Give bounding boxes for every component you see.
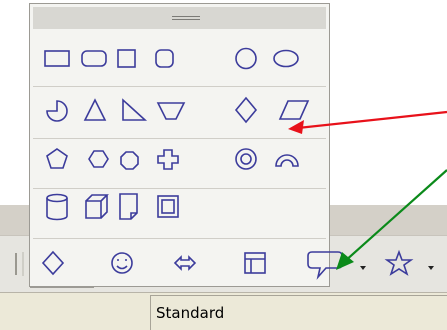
circle-pie-icon[interactable] xyxy=(46,100,68,122)
trapezoid-icon[interactable] xyxy=(156,102,186,120)
cylinder-top-icon xyxy=(46,193,68,203)
parallelogram-icon[interactable] xyxy=(278,100,310,120)
rectangle-icon[interactable] xyxy=(44,50,70,67)
diamond-icon[interactable] xyxy=(234,96,258,124)
smiley-eye-icon xyxy=(125,259,127,261)
star-icon xyxy=(384,249,414,276)
green-annotation-arrow xyxy=(343,169,447,263)
isosceles-triangle-icon[interactable] xyxy=(83,98,107,121)
circle-icon[interactable] xyxy=(235,47,257,70)
folded-corner-icon[interactable] xyxy=(119,193,138,220)
smiley-mouth-icon xyxy=(116,265,128,270)
cube-icon[interactable] xyxy=(85,194,109,219)
ring-icon[interactable] xyxy=(235,148,257,170)
diamond-toolbar-icon xyxy=(41,250,65,276)
octagon-icon[interactable] xyxy=(120,151,139,170)
rounded-rectangle-icon[interactable] xyxy=(81,50,107,67)
frame-outer-icon[interactable] xyxy=(157,195,179,218)
rounded-square-icon[interactable] xyxy=(155,49,174,68)
ellipse-icon[interactable] xyxy=(273,49,299,68)
left-right-arrow-icon xyxy=(173,255,197,271)
frame-inner-icon xyxy=(161,199,175,214)
red-annotation-arrow xyxy=(297,110,447,130)
shape-icons-layer xyxy=(22,47,447,280)
pentagon-icon[interactable] xyxy=(46,148,68,169)
smiley-face-icon xyxy=(111,252,133,274)
callout-speech-bubble-icon xyxy=(307,251,343,280)
ring-inner-icon xyxy=(240,153,252,165)
flowchart-icon xyxy=(244,252,266,274)
right-triangle-icon[interactable] xyxy=(122,98,148,121)
cross-icon[interactable] xyxy=(157,149,179,170)
block-arc-icon[interactable] xyxy=(275,154,299,167)
red-arrow-head-icon xyxy=(288,120,304,134)
square-icon[interactable] xyxy=(117,49,136,68)
smiley-eye-icon xyxy=(117,259,119,261)
hexagon-icon[interactable] xyxy=(88,150,109,168)
